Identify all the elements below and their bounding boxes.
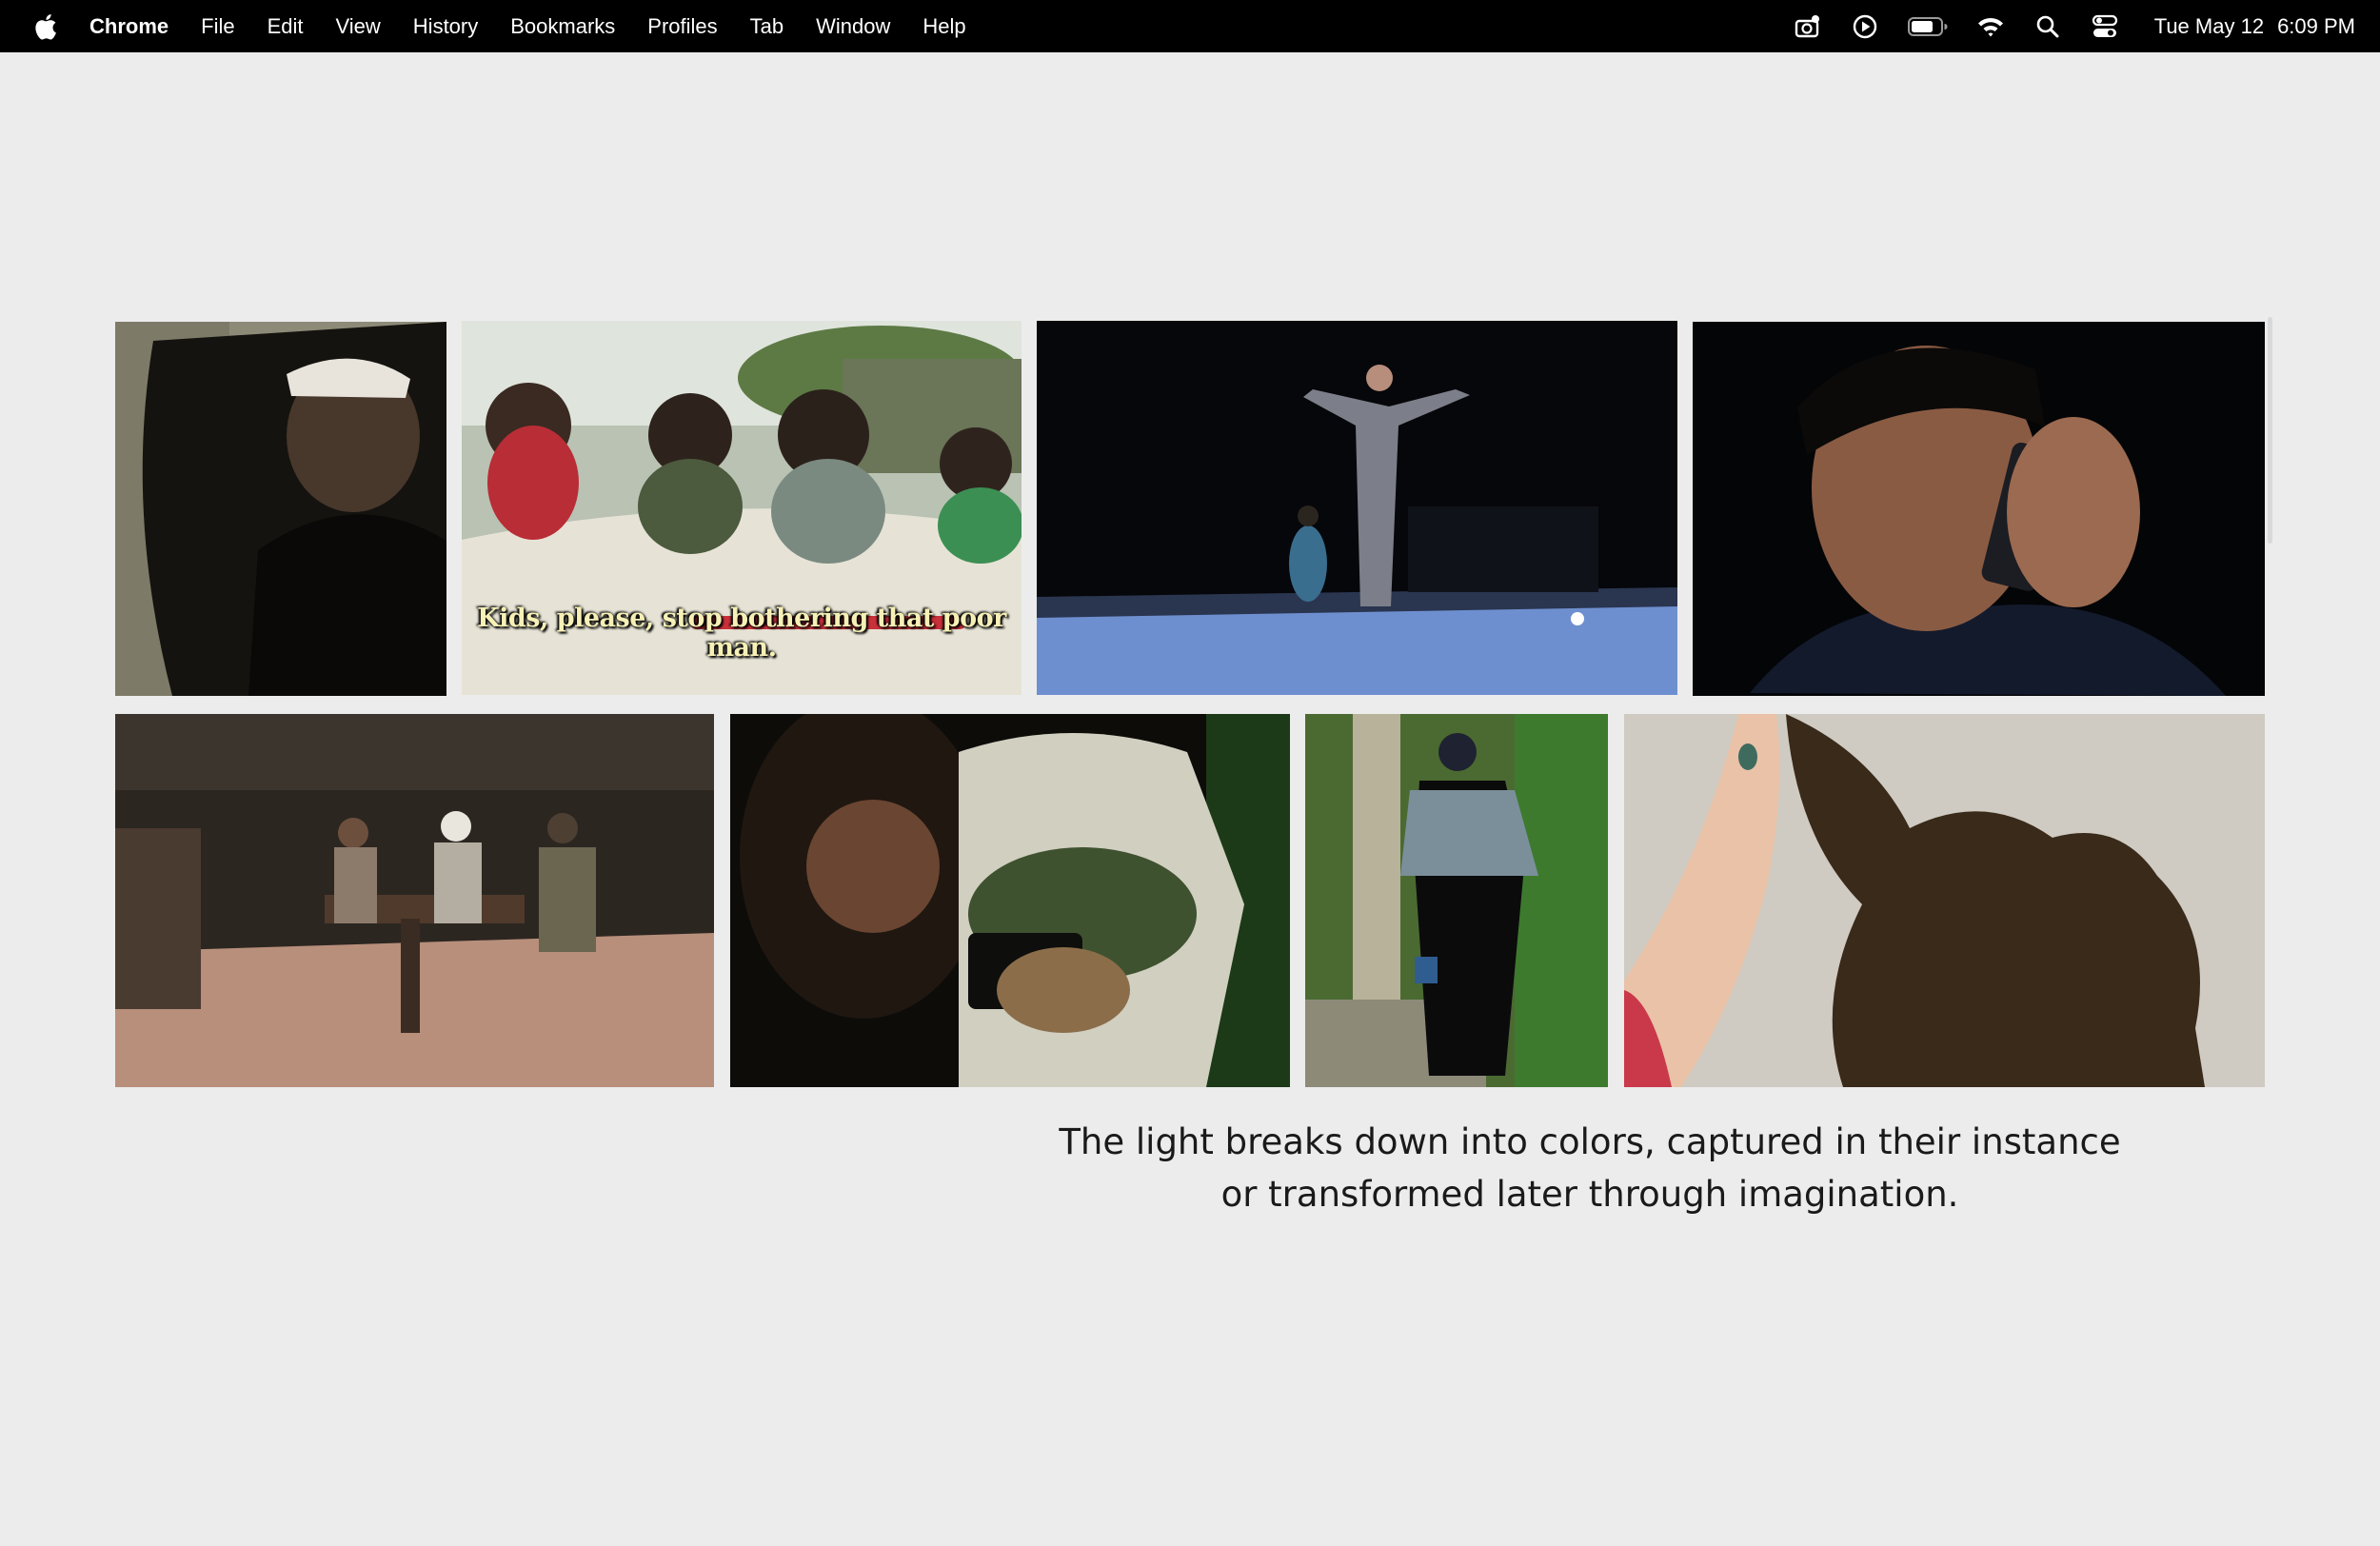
boy-holding-camera-image — [730, 714, 1290, 1087]
subtitle-text: Kids, please, stop bothering that poor m… — [477, 604, 1006, 663]
three-men-at-diner-table-image — [115, 714, 714, 1087]
man-talking-on-phone-image — [1693, 322, 2265, 696]
still-woman-with-bucket[interactable] — [1305, 714, 1608, 1087]
film-stills-gallery: Kids, please, stop bothering that poor m… — [0, 0, 2380, 1546]
man-in-car-mirror-image — [115, 322, 446, 696]
still-boy-with-camera[interactable] — [730, 714, 1290, 1087]
caption-line-1: The light breaks down into colors, captu… — [1059, 1121, 2121, 1162]
gallery-caption: The light breaks down into colors, captu… — [1019, 1116, 2161, 1220]
still-diner-table[interactable] — [115, 714, 714, 1087]
still-hand-and-shadow[interactable] — [1624, 714, 2265, 1087]
still-night-rooftop[interactable] — [1037, 321, 1677, 695]
woman-with-bucket-image — [1305, 714, 1608, 1087]
still-man-in-mirror[interactable] — [115, 322, 446, 696]
caption-line-2: or transformed later through imagination… — [1220, 1174, 1959, 1215]
man-with-arms-outstretched-at-night-image — [1037, 321, 1677, 695]
still-kids-in-convertible[interactable]: Kids, please, stop bothering that poor m… — [462, 321, 1021, 695]
scrollbar-thumb[interactable] — [2268, 317, 2272, 544]
still-man-on-phone[interactable] — [1693, 322, 2265, 696]
hand-reaching-toward-shadow-image — [1624, 714, 2265, 1087]
